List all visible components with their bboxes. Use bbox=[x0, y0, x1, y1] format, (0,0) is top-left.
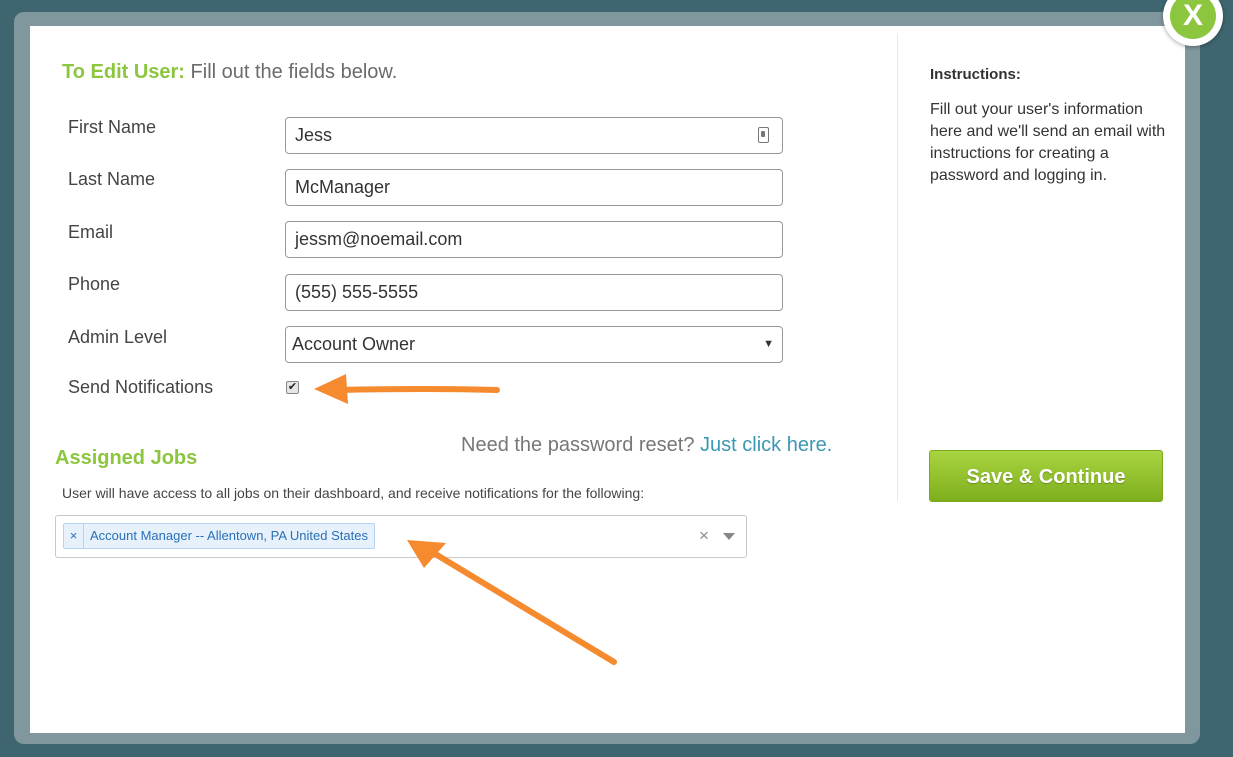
password-reset-prompt: Need the password reset? Just click here… bbox=[461, 434, 832, 457]
clear-selection-icon[interactable]: × bbox=[699, 526, 709, 546]
email-value: jessm@noemail.com bbox=[295, 229, 463, 249]
last-name-field[interactable]: McManager bbox=[285, 169, 783, 206]
job-tag: × Account Manager -- Allentown, PA United… bbox=[63, 523, 375, 549]
instructions-body: Fill out your user's information here an… bbox=[930, 101, 1166, 184]
first-name-field[interactable]: Jess bbox=[285, 117, 783, 154]
remove-tag-icon[interactable]: × bbox=[64, 524, 84, 548]
admin-level-select[interactable]: Account Owner ▼ bbox=[285, 326, 783, 363]
instructions-title: Instructions: bbox=[930, 66, 1021, 83]
first-name-value: Jess bbox=[295, 125, 333, 145]
contact-card-icon[interactable] bbox=[758, 127, 769, 143]
close-icon: X bbox=[1170, 0, 1216, 39]
phone-label: Phone bbox=[68, 274, 121, 294]
first-name-label: First Name bbox=[68, 117, 157, 137]
email-field[interactable]: jessm@noemail.com bbox=[285, 221, 783, 258]
phone-value: (555) 555-5555 bbox=[295, 282, 419, 302]
assigned-jobs-description: User will have access to all jobs on the… bbox=[62, 485, 645, 501]
dropdown-caret-icon: ▼ bbox=[763, 338, 774, 350]
column-divider bbox=[897, 33, 898, 501]
jobs-multiselect[interactable]: × Account Manager -- Allentown, PA United… bbox=[55, 515, 747, 558]
admin-level-label: Admin Level bbox=[68, 327, 168, 347]
send-notifications-checkbox[interactable]: ✔ bbox=[286, 381, 299, 394]
title-prefix: To Edit User: bbox=[62, 61, 185, 83]
save-continue-button[interactable]: Save & Continue bbox=[929, 450, 1163, 502]
title-suffix: Fill out the fields below. bbox=[190, 61, 398, 83]
assigned-jobs-title: Assigned Jobs bbox=[55, 447, 198, 469]
page-title: To Edit User: Fill out the fields below. bbox=[62, 61, 397, 84]
phone-field[interactable]: (555) 555-5555 bbox=[285, 274, 783, 311]
password-reset-link[interactable]: Just click here. bbox=[700, 434, 832, 456]
send-notifications-label: Send Notifications bbox=[68, 377, 214, 397]
last-name-label: Last Name bbox=[68, 169, 156, 189]
multiselect-caret-icon[interactable] bbox=[723, 533, 735, 540]
admin-level-value: Account Owner bbox=[292, 334, 416, 354]
email-label: Email bbox=[68, 222, 114, 242]
last-name-value: McManager bbox=[295, 177, 391, 197]
password-reset-text: Need the password reset? bbox=[461, 434, 695, 456]
job-tag-label: Account Manager -- Allentown, PA United … bbox=[90, 528, 368, 543]
